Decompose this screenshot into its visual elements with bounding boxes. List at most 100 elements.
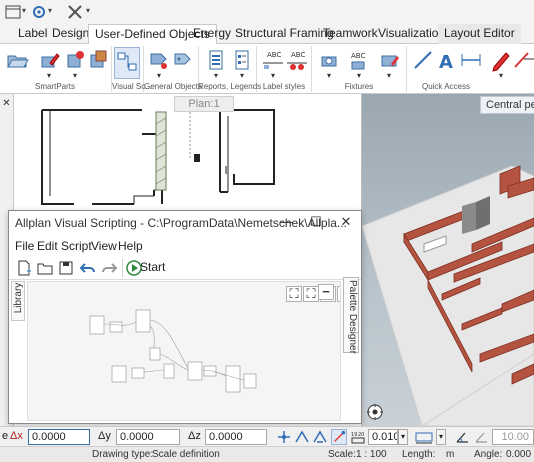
new-file-icon[interactable] — [15, 259, 33, 277]
drawing-type-value[interactable]: Scale definition — [152, 449, 220, 460]
chevron-down-icon: ▾ — [498, 71, 503, 80]
angle-input[interactable] — [492, 429, 534, 445]
fit-view-icon[interactable]: ⛶ — [286, 286, 302, 302]
visual-scripting-button[interactable] — [114, 47, 140, 79]
node-graph — [89, 309, 257, 393]
window-icon[interactable] — [4, 3, 22, 21]
save-icon[interactable] — [57, 259, 75, 277]
chevron-down-icon: ▾ — [326, 71, 331, 80]
label-style-button-2[interactable]: ABC — [284, 47, 310, 79]
angle-value[interactable]: 0.000 — [506, 449, 531, 460]
text-icon: A — [439, 52, 453, 73]
snap-intersection-icon[interactable] — [312, 429, 328, 445]
maximize-icon[interactable]: ☐ — [301, 211, 331, 235]
dz-input[interactable] — [205, 429, 267, 445]
angle-icon[interactable] — [454, 429, 470, 445]
script-canvas[interactable]: ⛶ ⛶ + — [27, 281, 341, 421]
fixture-gear-icon — [321, 56, 337, 67]
tag-icon — [174, 53, 191, 65]
settings-cycle-icon[interactable] — [30, 3, 48, 21]
group-label-fixtures: Fixtures — [344, 82, 374, 91]
coordinate-input-bar: e Δx Δy Δz 1920 ▾ ▾ — [0, 426, 534, 446]
tab-layout-editor[interactable]: Layout Editor — [438, 24, 521, 44]
fixture-edit-icon — [381, 55, 399, 67]
close-icon[interactable]: ✕ — [1, 98, 12, 109]
label-style-button-1[interactable]: ABC ▾ — [260, 47, 286, 80]
chevron-down-icon[interactable]: ▾ — [48, 6, 52, 15]
window-title-bar[interactable]: Allplan Visual Scripting - C:\ProgramDat… — [9, 211, 361, 235]
angle-grey-icon[interactable] — [473, 429, 489, 445]
line-tool-button[interactable] — [410, 47, 436, 79]
perspective-tag[interactable]: Central per — [480, 96, 534, 114]
extend-tool-button[interactable] — [512, 47, 534, 79]
length-value[interactable]: m — [446, 449, 454, 460]
grid-value-input[interactable] — [368, 429, 398, 445]
navigator-icon[interactable] — [366, 403, 384, 421]
smartpart-library-button[interactable] — [86, 47, 112, 79]
tools-icon[interactable] — [66, 3, 84, 21]
fullscreen-icon[interactable]: ⛶ — [303, 286, 319, 302]
palette-designer-tab[interactable]: Palette Designer — [343, 277, 359, 354]
visual-scripting-window[interactable]: Allplan Visual Scripting - C:\ProgramDat… — [8, 210, 362, 424]
snap-point-icon[interactable] — [276, 429, 292, 445]
dimension-tool-button[interactable] — [458, 47, 484, 79]
library-tab[interactable]: Library — [11, 281, 25, 321]
ribbon-panel: ▾ ▾ ▾ ▾ ▾ ABC ▾ ABC ▾ ABC ▾ ▾ A ▾ SmartP… — [0, 44, 534, 94]
redo-icon[interactable] — [100, 259, 118, 277]
smartpart-open-button[interactable] — [4, 47, 30, 79]
undo-icon[interactable] — [79, 259, 97, 277]
menu-help[interactable]: Help — [118, 239, 143, 253]
chevron-down-icon[interactable]: ▾ — [22, 6, 26, 15]
minimize-icon[interactable]: — — [271, 211, 301, 235]
zoom-out-button[interactable] — [337, 286, 340, 302]
track-icon[interactable] — [331, 429, 347, 445]
dimension-mode-icon[interactable] — [414, 429, 436, 445]
general-object-button-2[interactable] — [170, 47, 196, 79]
3d-viewport[interactable]: Central per — [362, 94, 534, 426]
menu-edit[interactable]: Edit — [37, 239, 58, 253]
line-icon — [414, 51, 432, 69]
open-folder-icon[interactable] — [36, 259, 54, 277]
reports-button[interactable]: ▾ — [203, 47, 229, 80]
folder-open-icon — [7, 55, 29, 68]
zoom-out-icon[interactable]: − — [318, 284, 334, 300]
smartpart-edit-icon — [41, 53, 60, 68]
menu-view[interactable]: View — [91, 239, 117, 253]
menu-bar: File Edit Script View Help — [9, 236, 361, 256]
dimension-line-icon — [461, 54, 481, 66]
legends-button[interactable]: ▾ — [229, 47, 255, 80]
general-object-button-1[interactable]: ▾ — [146, 47, 172, 80]
scale-value[interactable]: 1 : 100 — [356, 449, 387, 460]
chevron-down-icon[interactable]: ▾ — [436, 429, 446, 445]
fixture-button-2[interactable]: ABC ▾ — [346, 47, 372, 80]
fixture-button-3[interactable]: ▾ — [376, 47, 402, 80]
chevron-down-icon: ▾ — [239, 71, 244, 80]
truncated-label: e — [2, 430, 9, 442]
chevron-down-icon: ▾ — [72, 71, 77, 80]
menu-file[interactable]: File — [15, 239, 34, 253]
dy-input[interactable] — [116, 429, 180, 445]
chevron-down-icon[interactable]: ▾ — [86, 6, 90, 15]
snap-midpoint-icon[interactable] — [294, 429, 310, 445]
close-icon[interactable]: ✕ — [331, 211, 361, 235]
group-label-general-objects: General Objects — [144, 82, 202, 91]
start-button[interactable]: Start — [140, 260, 165, 274]
dz-label: Δz — [188, 430, 201, 442]
menu-script[interactable]: Script — [61, 239, 92, 253]
text-tool-button[interactable]: A — [434, 47, 460, 79]
smartpart-edit-button[interactable]: ▾ — [36, 47, 62, 80]
modify-tool-button[interactable]: ▾ — [488, 47, 514, 80]
extend-icon — [514, 52, 534, 68]
dx-input[interactable] — [28, 429, 90, 445]
group-label-label-styles: Label styles — [262, 82, 306, 91]
smartpart-create-button[interactable]: ▾ — [62, 47, 88, 80]
fixture-button-1[interactable]: ▾ — [316, 47, 342, 80]
chevron-down-icon: ▾ — [46, 71, 51, 80]
svg-text:19: 19 — [351, 432, 357, 438]
fixture-label-icon: ABC — [351, 52, 365, 70]
grid-snap-icon[interactable]: 19 20 — [350, 429, 366, 445]
status-bar: Drawing type: Scale definition Scale: 1 … — [0, 446, 534, 462]
chevron-down-icon[interactable]: ▾ — [398, 429, 408, 445]
quick-access-toolbar: ▾ ▾ ▾ — [0, 0, 534, 24]
scale-label: Scale: — [328, 449, 356, 460]
